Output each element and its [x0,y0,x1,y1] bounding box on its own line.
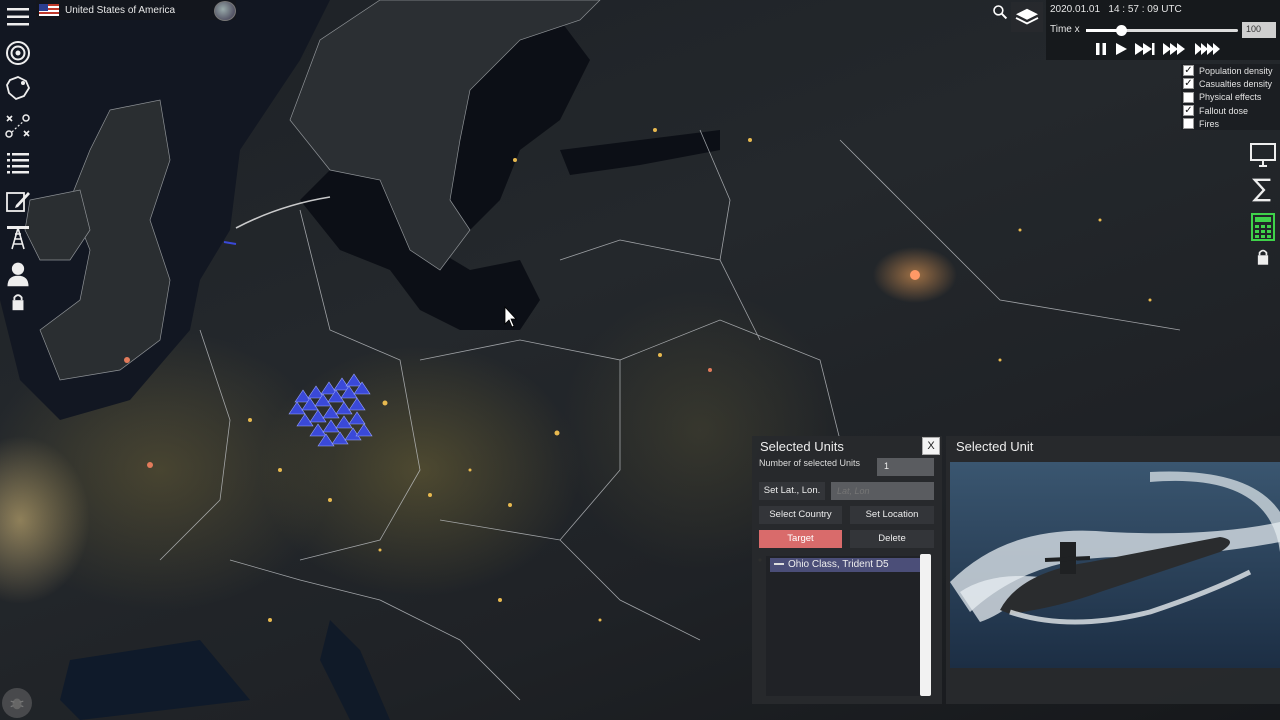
target-icon[interactable] [3,38,33,68]
monitor-icon[interactable] [1248,139,1278,169]
list-scrollbar[interactable] [920,554,931,696]
list-item[interactable]: Ohio Class, Trident D5 [770,558,920,572]
tactics-icon[interactable] [3,111,33,141]
layer-label: Fallout dose [1199,105,1249,116]
layer-label: Physical effects [1199,92,1262,103]
fast-forward-icon[interactable] [1134,42,1156,56]
submarine-icon [774,563,784,566]
selected-units-panel: Selected Units X Number of selected Unit… [752,436,942,704]
lock-icon[interactable] [3,291,33,313]
target-button[interactable]: Target [759,530,842,548]
radar-tower-icon[interactable] [3,222,33,252]
layers-icon[interactable] [1011,2,1043,32]
submarine-photo [950,462,1280,668]
layer-label: Fires [1199,118,1219,129]
play-icon[interactable] [1114,42,1128,56]
country-selector[interactable]: United States of America [36,0,236,20]
calculator-icon[interactable] [1248,212,1278,242]
layer-label: Population density [1199,65,1273,76]
pause-icon[interactable] [1094,42,1108,56]
panel-title: Selected Units [760,439,844,454]
bug-report-icon[interactable] [2,688,32,718]
unit-name: Ohio Class, Trident D5 [788,559,889,570]
mediterranean [60,640,250,720]
layer-checkbox[interactable]: ✓ [1183,78,1194,90]
playback-controls [1094,42,1224,56]
gulf-of-finland [560,130,720,175]
layer-checkbox[interactable] [1183,118,1194,130]
globe-icon[interactable] [214,1,236,21]
menu-icon[interactable] [3,2,33,32]
unit-cluster [288,373,373,447]
layer-checkbox[interactable]: ✓ [1183,105,1194,117]
zoom-icon[interactable] [990,2,1010,22]
layer-label: Casualties density [1199,78,1273,89]
layer-casualties-density[interactable]: ✓ Casualties density [1181,77,1280,90]
map-region-icon[interactable] [3,73,33,103]
unit-count-label: Number of selected Units [759,458,861,468]
latlon-input[interactable] [831,482,934,500]
time-panel: 2020.01.01 14 : 57 : 09 UTC Time x 100 [1046,0,1280,60]
missile-marker [223,241,237,245]
selected-units-list[interactable]: Ohio Class, Trident D5 [766,556,922,696]
datetime-display: 2020.01.01 14 : 57 : 09 UTC [1050,4,1182,15]
select-country-button[interactable]: Select Country [759,506,842,524]
unit-count-value: 1 [877,458,934,476]
set-location-button[interactable]: Set Location [850,506,934,524]
lock-icon[interactable] [1248,246,1278,268]
delete-button[interactable]: Delete [850,530,934,548]
layer-population-density[interactable]: ✓ Population density [1181,64,1280,77]
faster-forward-icon[interactable] [1162,42,1188,56]
map-layers-list: ✓ Population density ✓ Casualties densit… [1181,64,1280,131]
time-multiplier-label: Time x [1050,24,1080,35]
adriatic [320,620,390,720]
panel-title: Selected Unit [956,439,1034,454]
country-name: United States of America [65,4,176,16]
layer-checkbox[interactable] [1183,91,1194,103]
layer-fires[interactable]: Fires [1181,117,1280,130]
edit-icon[interactable] [3,186,33,216]
user-icon[interactable] [3,257,33,291]
sigma-icon[interactable] [1248,175,1278,205]
slider-handle[interactable] [1116,25,1127,36]
layer-checkbox[interactable]: ✓ [1183,65,1194,77]
layer-fallout-dose[interactable]: ✓ Fallout dose [1181,104,1280,117]
set-latlon-button[interactable]: Set Lat., Lon. [759,482,825,500]
speed-value-field[interactable]: 100 [1242,22,1276,38]
list-icon[interactable] [3,148,33,178]
selected-unit-panel: Selected Unit [946,436,1280,704]
unit-photo [950,462,1280,668]
left-toolbar [0,0,36,320]
close-button[interactable]: X [922,437,940,455]
time-speed-slider[interactable] [1086,25,1238,36]
fastest-forward-icon[interactable] [1194,42,1224,56]
layer-physical-effects[interactable]: Physical effects [1181,91,1280,104]
us-flag-icon [39,4,59,16]
